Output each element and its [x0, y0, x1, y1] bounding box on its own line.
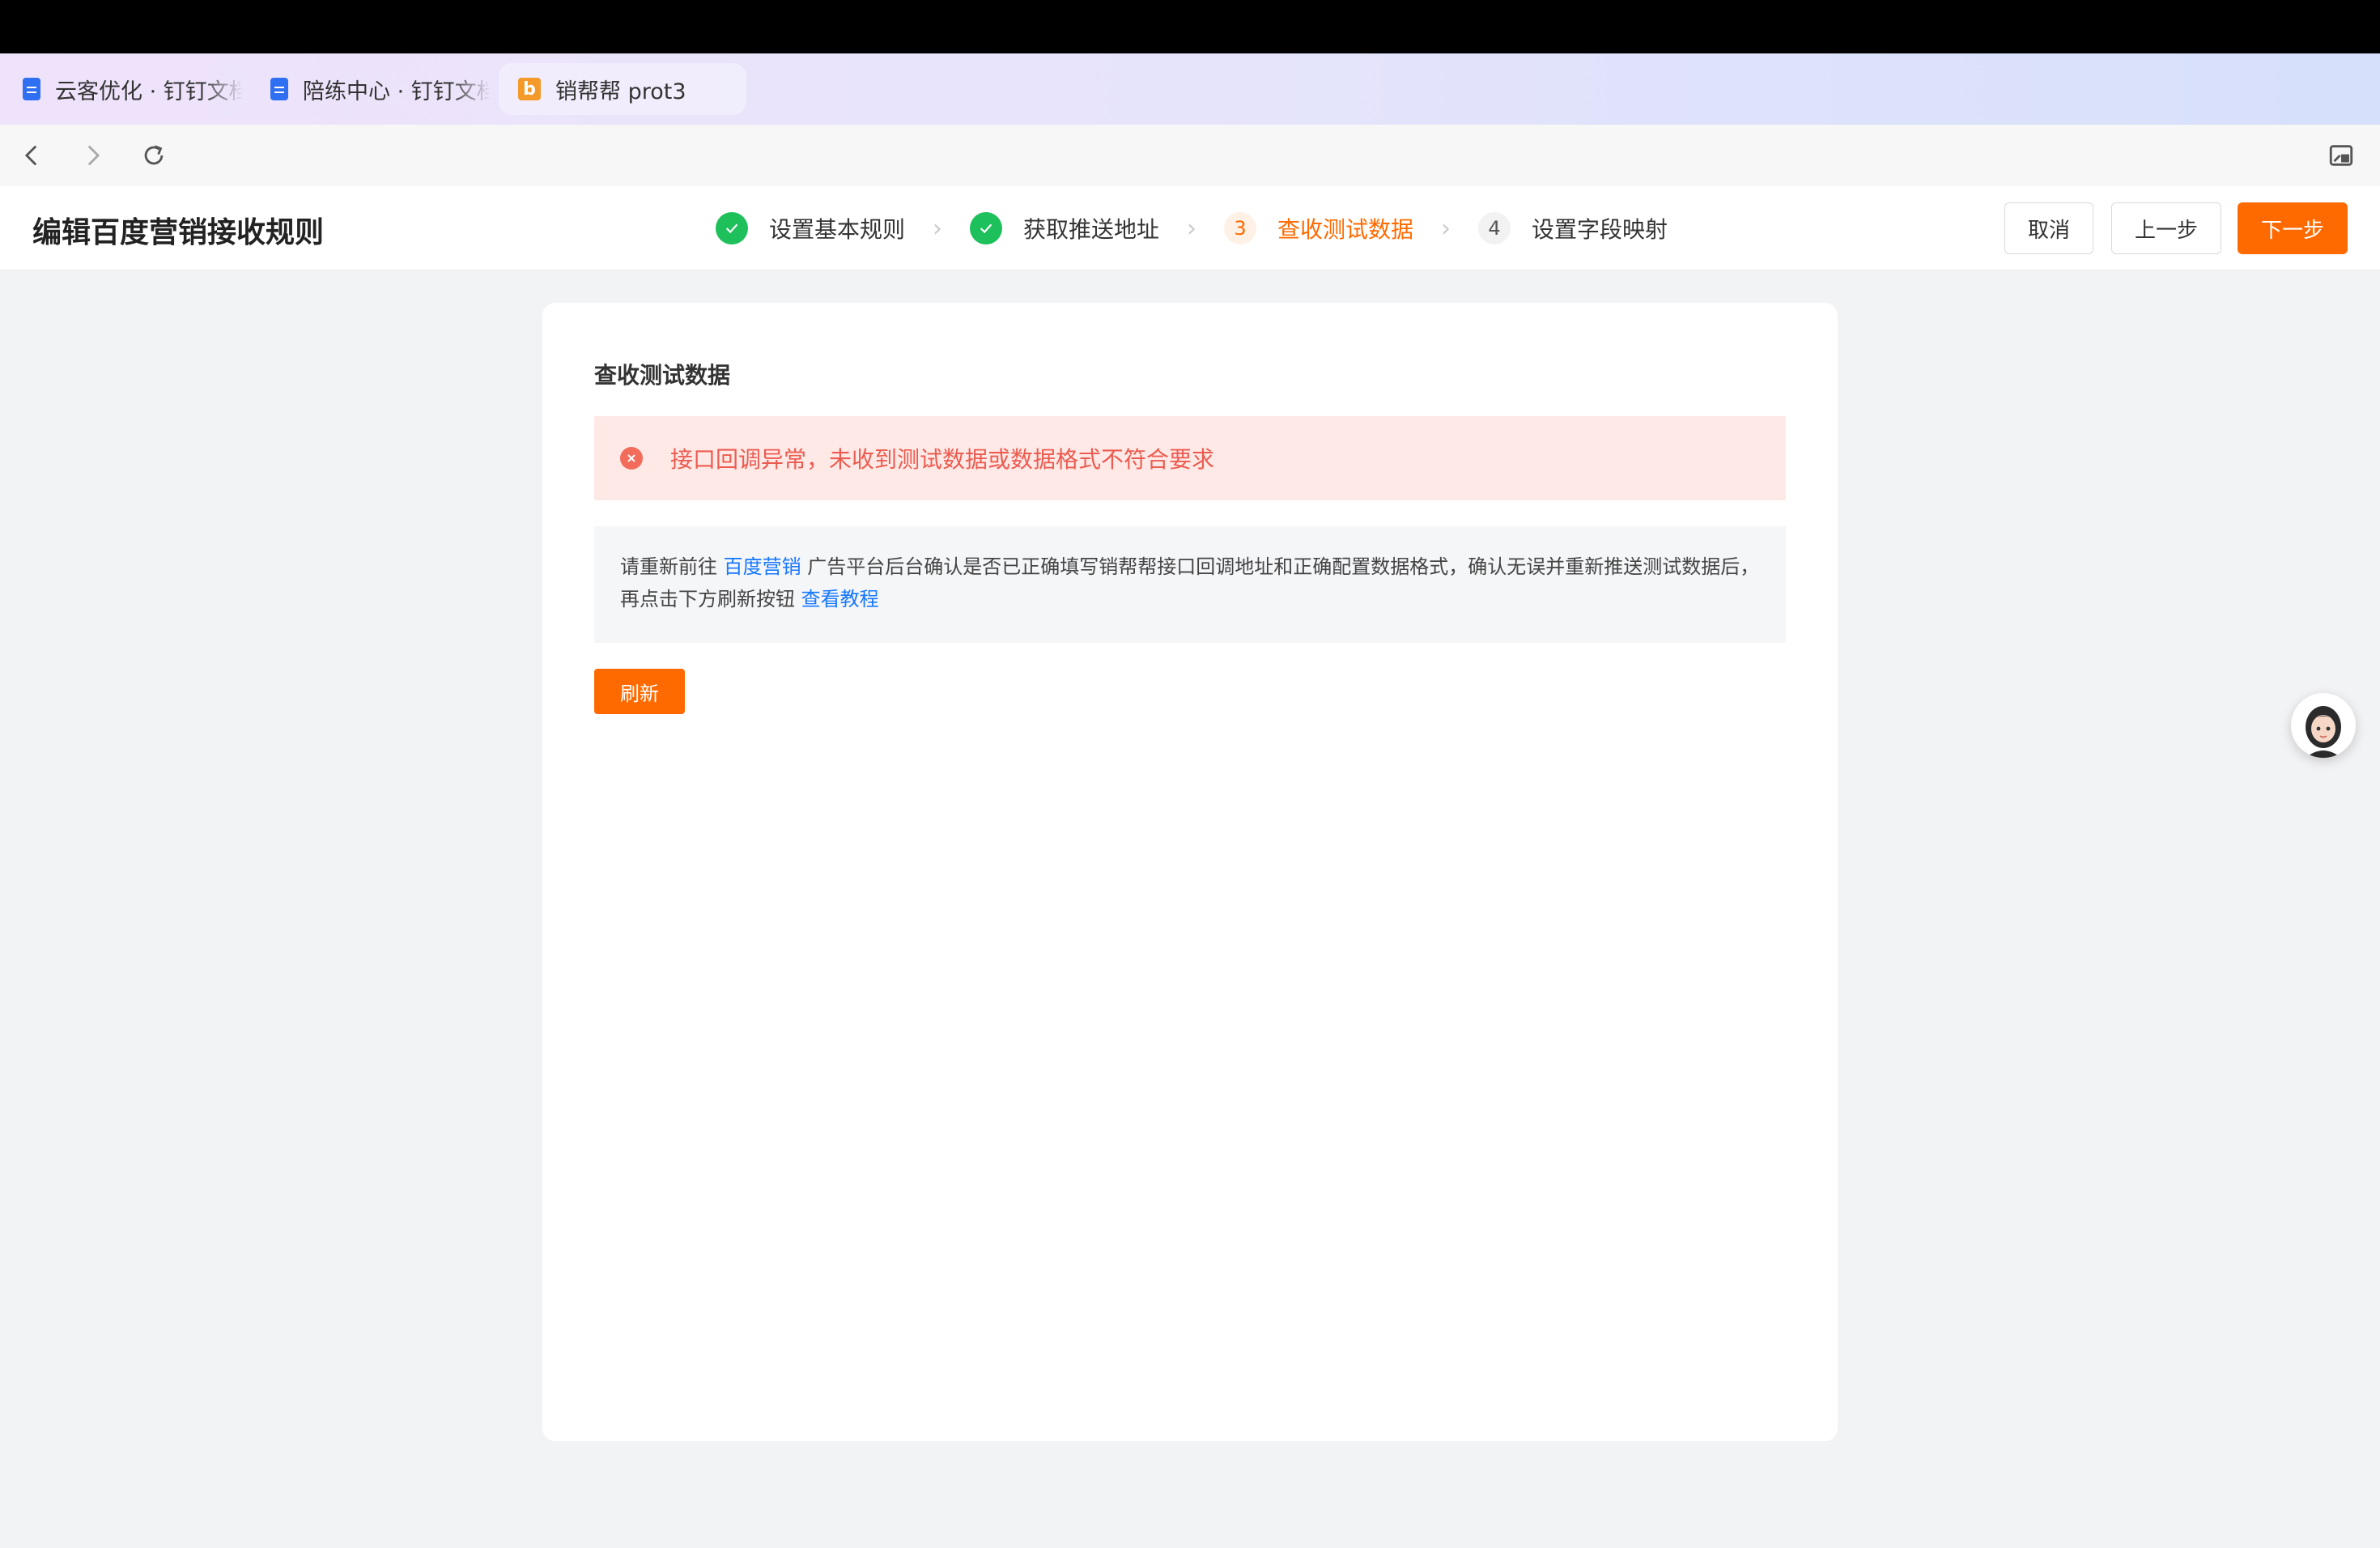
step-label: 设置基本规则 [769, 216, 906, 243]
next-step-button[interactable]: 下一步 [2238, 202, 2348, 254]
chevron-right-icon: › [933, 214, 943, 243]
step-label: 设置字段映射 [1532, 216, 1668, 243]
browser-tab-strip: 云客优化 · 钉钉文档 陪练中心 · 钉钉文档 b 销帮帮 prot3 [0, 53, 2380, 125]
step-label: 查收测试数据 [1277, 216, 1414, 243]
os-top-bar [0, 0, 2380, 53]
browser-nav-bar [0, 125, 2380, 186]
step-number: 3 [1224, 212, 1257, 245]
pip-icon [2329, 145, 2353, 166]
chevron-right-icon [87, 145, 100, 166]
baidu-marketing-link[interactable]: 百度营销 [724, 555, 801, 578]
chevron-left-icon [24, 145, 37, 166]
xbb-logo-icon: b [518, 78, 541, 100]
assistant-avatar-icon[interactable] [2291, 693, 2356, 758]
tip-text: 广告平台后台确认是否已正确填写销帮帮接口回调地址和正确配置数据格式，确认无误并重… [801, 555, 1760, 578]
reload-icon [144, 145, 164, 165]
card-title: 查收测试数据 [594, 362, 731, 389]
step-number: 4 [1478, 212, 1511, 245]
check-icon [970, 212, 1003, 245]
refresh-button[interactable]: 刷新 [594, 669, 685, 714]
error-alert: 接口回调异常，未收到测试数据或数据格式不符合要求 [594, 416, 1786, 500]
step-2: 获取推送地址 [970, 212, 1159, 245]
step-indicator: 设置基本规则 › 获取推送地址 › 3 查收测试数据 › 4 设置字段映射 [716, 211, 1668, 246]
tip-text: 再点击下方刷新按钮 [620, 588, 801, 610]
tip-text: 请重新前往 [620, 555, 724, 578]
tutorial-link[interactable]: 查看教程 [801, 588, 879, 610]
browser-tab-3[interactable]: b 销帮帮 prot3 [499, 63, 746, 115]
step-label: 获取推送地址 [1023, 216, 1160, 243]
error-icon [620, 447, 643, 470]
step-1: 设置基本规则 [716, 212, 905, 245]
doc-icon [23, 78, 40, 100]
tab-label: 销帮帮 prot3 [555, 79, 686, 104]
main-card: 查收测试数据 接口回调异常，未收到测试数据或数据格式不符合要求 请重新前往 百度… [542, 303, 1838, 1441]
check-icon [716, 212, 748, 245]
browser-tab-1[interactable]: 云客优化 · 钉钉文档 [0, 63, 243, 115]
back-button[interactable] [13, 136, 52, 175]
browser-tab-2[interactable]: 陪练中心 · 钉钉文档 [248, 63, 491, 115]
step-4: 4 设置字段映射 [1478, 212, 1668, 245]
instruction-box: 请重新前往 百度营销 广告平台后台确认是否已正确填写销帮帮接口回调地址和正确配置… [594, 526, 1786, 643]
doc-icon [270, 78, 288, 100]
chevron-right-icon: › [1441, 214, 1451, 243]
chevron-right-icon: › [1187, 214, 1197, 243]
reload-button[interactable] [134, 136, 173, 175]
alert-message: 接口回调异常，未收到测试数据或数据格式不符合要求 [670, 446, 1215, 473]
prev-step-button[interactable]: 上一步 [2111, 202, 2221, 254]
picture-in-picture-button[interactable] [2322, 136, 2361, 175]
forward-button[interactable] [73, 136, 112, 175]
step-3: 3 查收测试数据 [1224, 212, 1413, 245]
page-title: 编辑百度营销接收规则 [32, 216, 325, 249]
app-header: 编辑百度营销接收规则 设置基本规则 › 获取推送地址 › 3 查收测试数据 › … [0, 186, 2380, 270]
cancel-button[interactable]: 取消 [2004, 202, 2093, 254]
